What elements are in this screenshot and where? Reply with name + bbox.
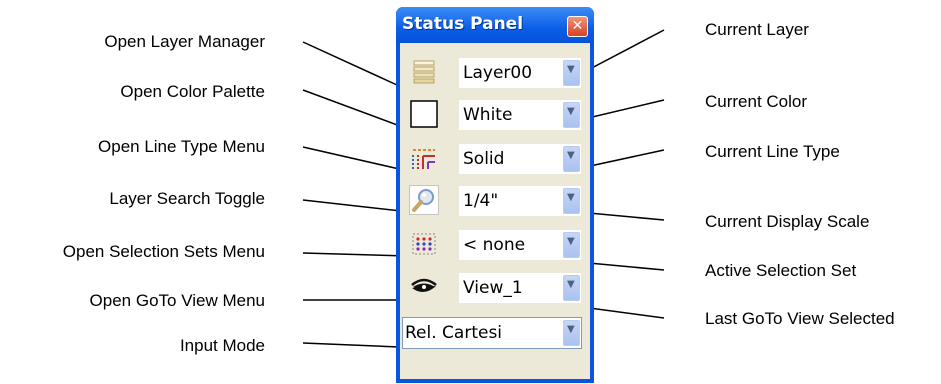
display-scale-value: 1/4"	[463, 191, 499, 211]
goto-view-value: View_1	[463, 278, 523, 298]
callout-last-goto-view-selected: Last GoTo View Selected	[705, 309, 895, 328]
layer-dropdown-button[interactable]: ▼	[563, 60, 580, 86]
line-type-select[interactable]: Solid ▼	[458, 143, 582, 175]
window-title: Status Panel	[402, 14, 524, 34]
color-dropdown-button[interactable]: ▼	[563, 102, 580, 128]
status-panel-window: Status Panel ✕ Layer00 ▼ White ▼ Solid ▼…	[396, 7, 594, 383]
selection-set-row: < none ▼	[400, 223, 590, 265]
callout-layer-search-toggle: Layer Search Toggle	[109, 189, 265, 208]
color-select[interactable]: White ▼	[458, 99, 582, 131]
chevron-down-icon: ▼	[567, 192, 575, 203]
input-mode-value: Rel. Cartesi	[405, 323, 503, 343]
line-type-row: Solid ▼	[400, 137, 590, 179]
callout-current-line-type: Current Line Type	[705, 142, 840, 161]
input-mode-select[interactable]: Rel. Cartesi ▼	[402, 317, 582, 349]
chevron-down-icon: ▼	[567, 150, 575, 161]
callout-open-layer-manager: Open Layer Manager	[104, 32, 265, 51]
goto-view-row: View_1 ▼	[400, 266, 590, 308]
selection-set-select[interactable]: < none ▼	[458, 229, 582, 261]
layer-row: Layer00 ▼	[400, 51, 590, 93]
callout-active-selection-set: Active Selection Set	[705, 261, 857, 280]
callout-current-display-scale: Current Display Scale	[705, 212, 870, 231]
goto-view-select[interactable]: View_1 ▼	[458, 272, 582, 304]
line-type-value: Solid	[463, 149, 505, 169]
selection-set-icon[interactable]	[409, 229, 439, 259]
chevron-down-icon: ▼	[567, 324, 575, 335]
line-type-icon[interactable]	[409, 143, 439, 173]
color-value: White	[463, 105, 513, 125]
callout-open-color-palette: Open Color Palette	[120, 82, 265, 101]
chevron-down-icon: ▼	[567, 279, 575, 290]
callout-open-goto-view-menu: Open GoTo View Menu	[89, 291, 265, 310]
callout-current-color: Current Color	[705, 92, 808, 111]
panel-body: Layer00 ▼ White ▼ Solid ▼ 1/4" ▼ < none …	[400, 43, 590, 379]
color-swatch-icon[interactable]	[409, 99, 439, 129]
input-mode-row: Rel. Cartesi ▼	[400, 311, 590, 353]
selection-set-dropdown-button[interactable]: ▼	[563, 232, 580, 258]
eye-icon[interactable]	[409, 272, 439, 302]
chevron-down-icon: ▼	[567, 236, 575, 247]
callout-current-layer: Current Layer	[705, 20, 809, 39]
display-scale-row: 1/4" ▼	[400, 179, 590, 221]
callout-open-selection-sets-menu: Open Selection Sets Menu	[62, 242, 265, 261]
title-bar[interactable]: Status Panel ✕	[396, 7, 594, 43]
layer-select[interactable]: Layer00 ▼	[458, 57, 582, 89]
display-scale-dropdown-button[interactable]: ▼	[563, 188, 580, 214]
goto-view-dropdown-button[interactable]: ▼	[563, 275, 580, 301]
layer-stack-icon[interactable]	[409, 57, 439, 87]
magnifier-search-icon	[412, 189, 434, 212]
input-mode-dropdown-button[interactable]: ▼	[563, 320, 580, 346]
chevron-down-icon: ▼	[567, 64, 575, 75]
callout-open-line-type-menu: Open Line Type Menu	[98, 137, 265, 156]
color-row: White ▼	[400, 93, 590, 135]
chevron-down-icon: ▼	[567, 106, 575, 117]
layer-search-toggle[interactable]	[409, 185, 439, 215]
selection-set-value: < none	[463, 235, 526, 255]
callout-input-mode: Input Mode	[179, 336, 265, 355]
layer-value: Layer00	[463, 63, 533, 83]
display-scale-select[interactable]: 1/4" ▼	[458, 185, 582, 217]
close-icon: ✕	[571, 18, 584, 34]
close-button[interactable]: ✕	[567, 16, 588, 37]
line-type-dropdown-button[interactable]: ▼	[563, 146, 580, 172]
